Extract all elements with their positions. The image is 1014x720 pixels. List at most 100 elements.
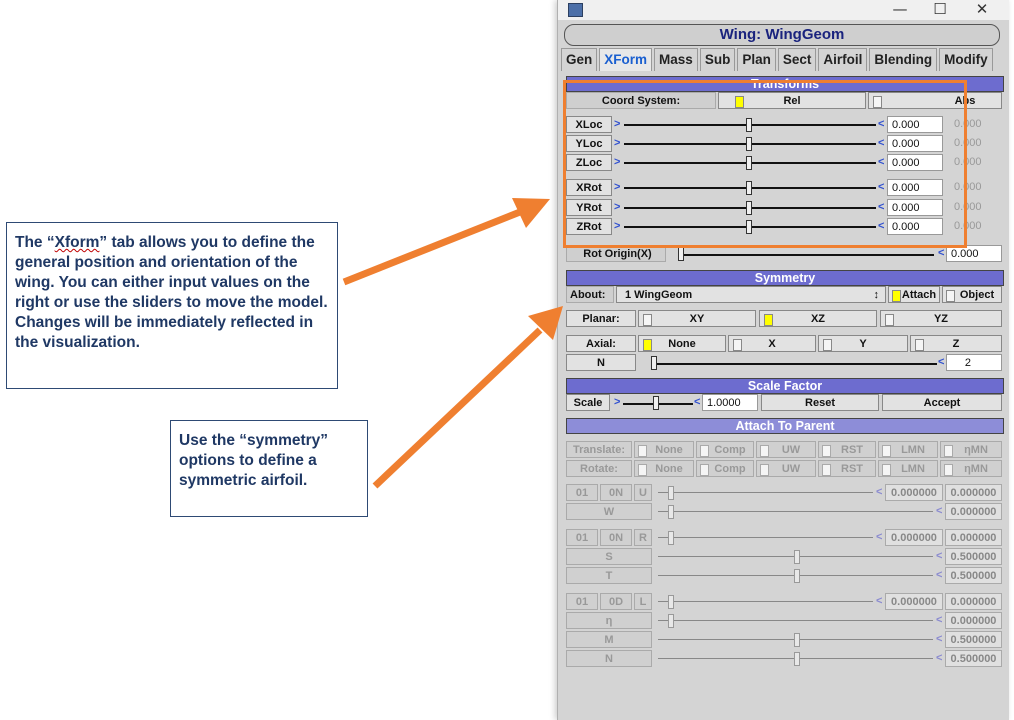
planar-xz[interactable]: XZ bbox=[759, 310, 877, 327]
xrot-slider-thumb[interactable] bbox=[746, 181, 752, 195]
r_group-row-slider-track[interactable] bbox=[658, 537, 873, 538]
translate-option-1[interactable]: Comp bbox=[696, 441, 754, 458]
axial-none[interactable]: None bbox=[638, 335, 726, 352]
translate-option-4[interactable]: LMN bbox=[878, 441, 938, 458]
scale-slider-thumb[interactable] bbox=[653, 396, 659, 410]
tab-sect[interactable]: Sect bbox=[777, 48, 817, 71]
scale-input[interactable]: 1.0000 bbox=[702, 394, 758, 411]
r_group-row-slider-thumb[interactable] bbox=[668, 531, 674, 545]
axial-x[interactable]: X bbox=[728, 335, 816, 352]
r_group-row-slider-thumb[interactable] bbox=[794, 550, 800, 564]
l_group-row-slider-thumb[interactable] bbox=[794, 633, 800, 647]
attach-toggle[interactable]: Attach bbox=[888, 286, 940, 303]
l_group-row-decrement[interactable]: < bbox=[936, 631, 944, 648]
n-decrement[interactable]: < bbox=[938, 354, 946, 371]
rotate-option-3[interactable]: RST bbox=[818, 460, 876, 477]
tab-airfoil[interactable]: Airfoil bbox=[818, 48, 868, 71]
rot-origin-slider-track[interactable] bbox=[684, 254, 934, 256]
abs-toggle[interactable]: Abs bbox=[868, 92, 1002, 109]
l_group-row-slider-track[interactable] bbox=[658, 601, 873, 602]
l_group-row-decrement[interactable]: < bbox=[936, 612, 944, 629]
planar-yz[interactable]: YZ bbox=[880, 310, 1002, 327]
tab-sub[interactable]: Sub bbox=[699, 48, 736, 71]
zrot-input[interactable]: 0.000 bbox=[887, 218, 943, 235]
xrot-input[interactable]: 0.000 bbox=[887, 179, 943, 196]
r_group-row-input[interactable]: 0.000000 bbox=[885, 529, 943, 546]
scale-increment[interactable]: > bbox=[614, 394, 622, 411]
translate-option-2[interactable]: UW bbox=[756, 441, 816, 458]
translate-option-3[interactable]: RST bbox=[818, 441, 876, 458]
tab-xform[interactable]: XForm bbox=[599, 48, 653, 71]
xloc-slider-thumb[interactable] bbox=[746, 118, 752, 132]
tab-mass[interactable]: Mass bbox=[654, 48, 698, 71]
xloc-decrement[interactable]: < bbox=[878, 116, 886, 133]
translate-option-0[interactable]: None bbox=[634, 441, 694, 458]
accept-button[interactable]: Accept bbox=[882, 394, 1002, 411]
xloc-increment[interactable]: > bbox=[614, 116, 622, 133]
l_group-row-input[interactable]: 0.000000 bbox=[885, 593, 943, 610]
yrot-input[interactable]: 0.000 bbox=[887, 199, 943, 216]
n-input[interactable]: 2 bbox=[946, 354, 1002, 371]
tab-modify[interactable]: Modify bbox=[939, 48, 993, 71]
l_group-row-slider-track[interactable] bbox=[658, 620, 933, 621]
u_group-toggle-1[interactable]: 01 bbox=[566, 484, 598, 501]
l_group-row-decrement[interactable]: < bbox=[876, 593, 884, 610]
r_group-row-decrement[interactable]: < bbox=[936, 548, 944, 565]
u_group-row-decrement[interactable]: < bbox=[876, 484, 884, 501]
axial-y[interactable]: Y bbox=[818, 335, 908, 352]
yrot-decrement[interactable]: < bbox=[878, 199, 886, 216]
zrot-increment[interactable]: > bbox=[614, 218, 622, 235]
object-toggle[interactable]: Object bbox=[942, 286, 1002, 303]
n-slider-track[interactable] bbox=[657, 363, 937, 365]
l_group-row-slider-thumb[interactable] bbox=[668, 614, 674, 628]
translate-option-5[interactable]: ηMN bbox=[940, 441, 1002, 458]
l_group-toggle-1[interactable]: 01 bbox=[566, 593, 598, 610]
rotate-option-0[interactable]: None bbox=[634, 460, 694, 477]
tab-blending[interactable]: Blending bbox=[869, 48, 938, 71]
yrot-slider-thumb[interactable] bbox=[746, 201, 752, 215]
zloc-input[interactable]: 0.000 bbox=[887, 154, 943, 171]
r_group-row-slider-thumb[interactable] bbox=[794, 569, 800, 583]
rot-origin-decrement[interactable]: < bbox=[938, 245, 946, 262]
r_group-toggle-2[interactable]: 0N bbox=[600, 529, 632, 546]
l_group-row-input[interactable]: 0.000000 bbox=[945, 612, 1002, 629]
close-button[interactable]: ✕ bbox=[962, 0, 1002, 20]
l_group-row-slider-thumb[interactable] bbox=[668, 595, 674, 609]
minimize-button[interactable]: — bbox=[880, 0, 920, 20]
rotate-option-2[interactable]: UW bbox=[756, 460, 816, 477]
xrot-increment[interactable]: > bbox=[614, 179, 622, 196]
l_group-toggle-2[interactable]: 0D bbox=[600, 593, 632, 610]
planar-xy[interactable]: XY bbox=[638, 310, 756, 327]
u_group-row-slider-thumb[interactable] bbox=[668, 505, 674, 519]
u_group-row-decrement[interactable]: < bbox=[936, 503, 944, 520]
zrot-decrement[interactable]: < bbox=[878, 218, 886, 235]
rotate-option-5[interactable]: ηMN bbox=[940, 460, 1002, 477]
zloc-slider-thumb[interactable] bbox=[746, 156, 752, 170]
r_group-toggle-1[interactable]: 01 bbox=[566, 529, 598, 546]
xrot-decrement[interactable]: < bbox=[878, 179, 886, 196]
axial-z[interactable]: Z bbox=[910, 335, 1002, 352]
u_group-row-slider-thumb[interactable] bbox=[668, 486, 674, 500]
tab-gen[interactable]: Gen bbox=[561, 48, 598, 71]
r_group-row-input[interactable]: 0.500000 bbox=[945, 548, 1002, 565]
zloc-increment[interactable]: > bbox=[614, 154, 622, 171]
r_group-row-decrement[interactable]: < bbox=[936, 567, 944, 584]
l_group-row-input[interactable]: 0.500000 bbox=[945, 631, 1002, 648]
yrot-increment[interactable]: > bbox=[614, 199, 622, 216]
u_group-row-slider-track[interactable] bbox=[658, 492, 873, 493]
rotate-option-1[interactable]: Comp bbox=[696, 460, 754, 477]
reset-button[interactable]: Reset bbox=[761, 394, 879, 411]
r_group-row-input[interactable]: 0.500000 bbox=[945, 567, 1002, 584]
u_group-row-input[interactable]: 0.000000 bbox=[885, 484, 943, 501]
u_group-row-slider-track[interactable] bbox=[658, 511, 933, 512]
rel-toggle[interactable]: Rel bbox=[718, 92, 866, 109]
zloc-decrement[interactable]: < bbox=[878, 154, 886, 171]
rotate-option-4[interactable]: LMN bbox=[878, 460, 938, 477]
yloc-decrement[interactable]: < bbox=[878, 135, 886, 152]
yloc-slider-thumb[interactable] bbox=[746, 137, 752, 151]
u_group-toggle-2[interactable]: 0N bbox=[600, 484, 632, 501]
l_group-row-input[interactable]: 0.500000 bbox=[945, 650, 1002, 667]
yloc-increment[interactable]: > bbox=[614, 135, 622, 152]
l_group-row-slider-thumb[interactable] bbox=[794, 652, 800, 666]
l_group-row-decrement[interactable]: < bbox=[936, 650, 944, 667]
